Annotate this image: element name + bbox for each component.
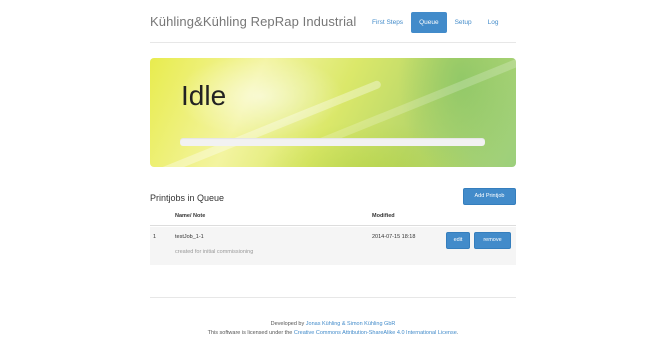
footer-line-1: Developed by Jonas Kühling & Simon Kühli… bbox=[150, 320, 516, 329]
column-header-modified: Modified bbox=[372, 213, 395, 219]
footer-line-2: This software is licensed under the Crea… bbox=[150, 329, 516, 338]
footer: Developed by Jonas Kühling & Simon Kühli… bbox=[150, 320, 516, 338]
page: Kühling&Kühling RepRap Industrial First … bbox=[0, 0, 658, 363]
row-number: 1 bbox=[153, 234, 157, 240]
job-name: testJob_1-1 bbox=[175, 234, 204, 240]
top-nav: First Steps Queue Setup Log bbox=[364, 12, 506, 33]
progress-bar bbox=[180, 138, 485, 146]
license-link[interactable]: Creative Commons Attribution-ShareAlike … bbox=[294, 330, 457, 336]
footer-period: . bbox=[456, 330, 459, 336]
brand-title[interactable]: Kühling&Kühling RepRap Industrial bbox=[150, 14, 356, 29]
remove-button[interactable]: remove bbox=[474, 232, 511, 249]
status-title: Idle bbox=[181, 80, 227, 111]
nav-setup[interactable]: Setup bbox=[447, 12, 480, 33]
job-modified: 2014-07-15 18:18 bbox=[372, 234, 416, 240]
footer-developed-by: Developed by bbox=[270, 321, 306, 327]
nav-queue[interactable]: Queue bbox=[411, 12, 447, 33]
table-header-divider bbox=[150, 225, 516, 226]
status-panel: Idle bbox=[150, 58, 516, 167]
job-note: created for initial commissioning bbox=[175, 249, 254, 255]
header-divider bbox=[150, 42, 516, 43]
nav-first-steps[interactable]: First Steps bbox=[364, 12, 411, 33]
footer-divider bbox=[150, 297, 516, 298]
column-header-name: Name/ Note bbox=[175, 213, 206, 219]
nav-log[interactable]: Log bbox=[480, 12, 507, 33]
queue-heading: Printjobs in Queue bbox=[150, 193, 225, 203]
add-printjob-button[interactable]: Add Printjob bbox=[463, 188, 516, 205]
decor-streak bbox=[316, 58, 516, 147]
footer-license-text: This software is licensed under the bbox=[207, 330, 294, 336]
developer-link[interactable]: Jonas Kühling & Simon Kühling GbR bbox=[306, 321, 396, 327]
edit-button[interactable]: edit bbox=[446, 232, 470, 249]
